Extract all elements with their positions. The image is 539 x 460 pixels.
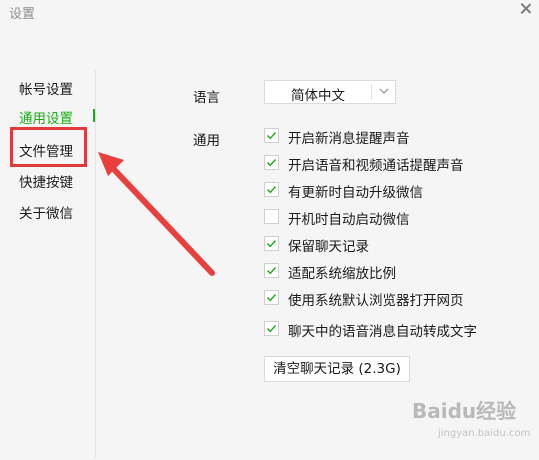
watermark-logo: Baidu经验	[412, 399, 517, 423]
watermark-url: jingyan.baidu.com	[438, 428, 531, 439]
annotation-arrow	[98, 152, 215, 276]
settings-window: 设置 帐号设置 通用设置 文件管理 快捷按键 关于微信 语言 简体中文 通用 开…	[0, 0, 539, 458]
